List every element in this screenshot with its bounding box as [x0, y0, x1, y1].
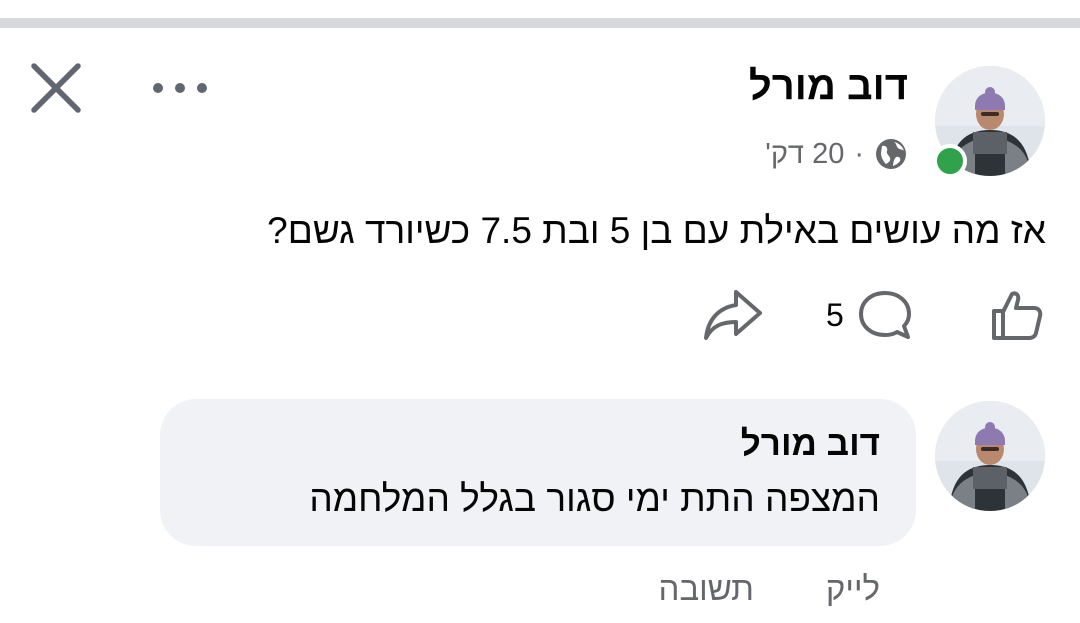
post-page: דוב מורל 20 דק' · אז מה עושים באילת עם ב… — [0, 0, 1080, 623]
comment-icon — [858, 291, 911, 339]
online-status-indicator — [933, 144, 967, 178]
comment-text: המצפה התת ימי סגור בגלל המלחמה — [309, 478, 880, 519]
comment-button[interactable]: 5 — [826, 286, 914, 344]
more-icon — [153, 83, 207, 93]
comment-author-name[interactable]: דוב מורל — [741, 424, 880, 464]
person-avatar-image — [935, 401, 1045, 511]
comment-bubble[interactable] — [160, 399, 916, 546]
comment-like-link[interactable]: לייק — [826, 570, 880, 608]
post-timestamp[interactable]: 20 דק' — [765, 138, 844, 171]
close-icon — [31, 63, 81, 113]
globe-icon — [876, 139, 906, 169]
more-options-button[interactable] — [150, 70, 210, 106]
like-icon — [992, 291, 1043, 340]
top-divider — [0, 18, 1080, 28]
like-button[interactable] — [988, 286, 1046, 344]
comment-reply-link[interactable]: תשובה — [659, 570, 754, 608]
post-author-name[interactable]: דוב מורל — [749, 64, 908, 109]
comment-count: 5 — [826, 296, 844, 333]
post-meta: 20 דק' · — [765, 134, 908, 174]
close-button[interactable] — [28, 60, 84, 116]
share-icon — [704, 290, 762, 340]
meta-separator: · — [854, 137, 864, 170]
comment-author-avatar[interactable] — [935, 401, 1045, 511]
post-text: אז מה עושים באילת עם בן 5 ובת 7.5 כשיורד… — [267, 210, 1046, 251]
share-button[interactable] — [700, 286, 764, 344]
